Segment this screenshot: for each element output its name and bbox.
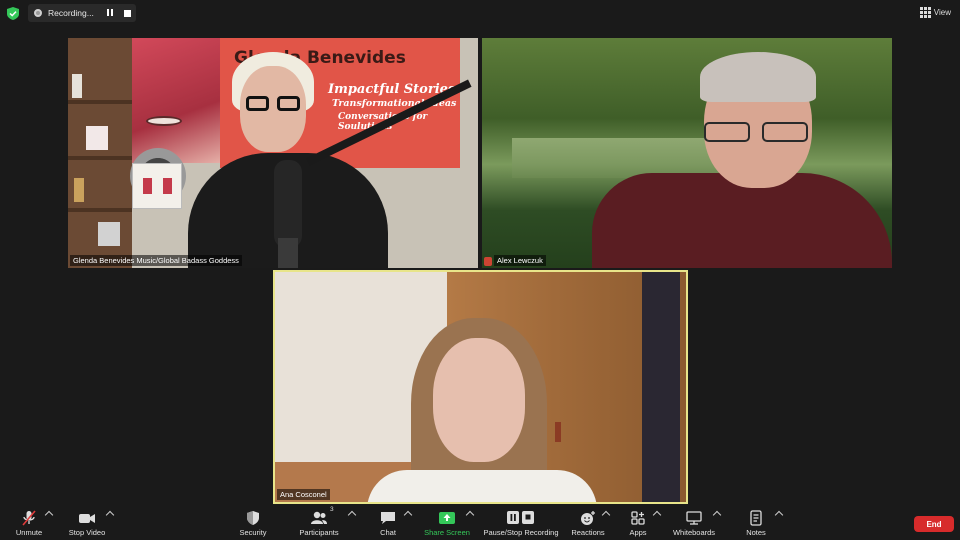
apps-label: Apps	[629, 528, 647, 537]
muted-microphone-icon	[22, 510, 36, 526]
unmute-label: Unmute	[15, 528, 43, 537]
participant-name-label: Alex Lewczuk	[494, 255, 546, 266]
pause-recording-icon[interactable]	[107, 9, 113, 16]
microphone-base	[278, 238, 298, 268]
chat-bubble-icon	[381, 512, 395, 524]
chat-label: Chat	[380, 528, 396, 537]
river-reflection	[512, 138, 732, 178]
cd-cover	[132, 163, 182, 209]
pause-stop-recording-button[interactable]: Pause/Stop Recording	[483, 510, 559, 537]
pause-stop-recording-label: Pause/Stop Recording	[483, 528, 559, 537]
bookshelf	[68, 38, 132, 268]
end-meeting-button[interactable]: End	[914, 516, 954, 532]
security-shield-icon[interactable]	[7, 7, 19, 20]
video-tile-glenda[interactable]: Glenda Benevides Music Impactful Stories…	[68, 38, 478, 268]
whiteboards-label: Whiteboards	[672, 528, 716, 537]
apps-icon	[631, 511, 645, 525]
video-camera-icon	[79, 514, 95, 523]
recording-dot-icon	[34, 9, 42, 17]
participants-label: Participants	[299, 528, 339, 537]
participant-name-label: Glenda Benevides Music/Global Badass God…	[70, 255, 242, 266]
shield-icon	[247, 511, 259, 525]
meeting-controls-toolbar: Unmute Stop Video Security Participants …	[0, 506, 960, 540]
video-tile-ana-active-speaker[interactable]: Ana Cosconel	[273, 270, 688, 504]
wall-portrait	[132, 38, 222, 163]
view-label: View	[933, 8, 951, 17]
recording-indicator: Recording...	[28, 4, 136, 22]
eyeglasses	[704, 122, 810, 144]
participant-count-badge: 3	[330, 506, 334, 513]
participants-button[interactable]: Participants	[284, 510, 354, 537]
grid-view-icon	[919, 7, 931, 18]
notes-label: Notes	[746, 528, 766, 537]
microphone	[274, 160, 302, 248]
meeting-top-bar: Recording... View	[0, 0, 960, 26]
speaker-hair	[700, 52, 816, 102]
eyeglasses	[246, 96, 302, 112]
participant-name-label: Ana Cosconel	[277, 489, 330, 500]
speaker-body	[592, 173, 892, 268]
whiteboard-icon	[686, 511, 702, 525]
reactions-label: Reactions	[571, 528, 605, 537]
reactions-smiley-icon	[581, 511, 595, 525]
security-button[interactable]: Security	[218, 510, 288, 537]
speaker-face	[433, 338, 525, 462]
curtain	[642, 272, 680, 502]
security-label: Security	[239, 528, 267, 537]
pause-stop-recording-icon	[507, 511, 534, 524]
stop-video-label: Stop Video	[68, 528, 106, 537]
recording-status-text: Recording...	[48, 8, 94, 18]
speaker-body	[367, 470, 597, 502]
video-tile-alex[interactable]: Alex Lewczuk	[482, 38, 892, 268]
participants-icon	[311, 511, 327, 524]
stop-recording-icon[interactable]	[124, 9, 131, 17]
notes-icon	[750, 510, 762, 526]
muted-mic-icon	[484, 257, 492, 266]
view-button[interactable]: View	[919, 7, 951, 18]
share-screen-icon	[439, 512, 455, 524]
share-screen-label: Share Screen	[424, 528, 470, 537]
